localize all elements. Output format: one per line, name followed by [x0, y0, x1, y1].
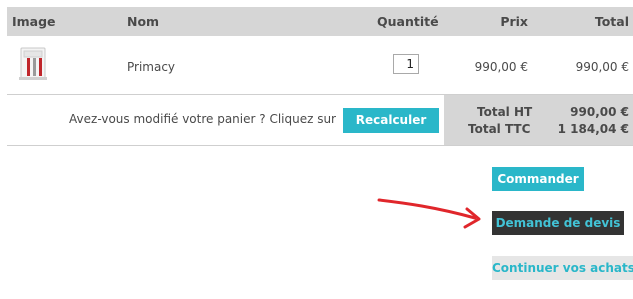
line-total: 990,00 € [575, 60, 629, 74]
total-ttc-label: Total TTC [468, 122, 531, 136]
total-ht-value: 990,00 € [570, 105, 629, 119]
recalc-prompt: Avez-vous modifié votre panier ? Cliquez… [69, 112, 336, 126]
total-ttc-value: 1 184,04 € [557, 122, 629, 136]
cart-table-header: Image Nom Quantité Prix Total [7, 7, 633, 36]
quote-request-button[interactable]: Demande de devis [492, 211, 624, 235]
order-button[interactable]: Commander [492, 167, 584, 191]
header-image: Image [12, 14, 56, 29]
continue-shopping-button[interactable]: Continuer vos achats [492, 256, 633, 280]
header-total: Total [594, 14, 629, 29]
card-printer-icon[interactable] [15, 44, 51, 84]
unit-price: 990,00 € [474, 60, 528, 74]
cart-summary: Avez-vous modifié votre panier ? Cliquez… [7, 95, 633, 146]
quantity-input[interactable]: 1 [393, 54, 419, 74]
totals-box: Total HT 990,00 € Total TTC 1 184,04 € [444, 95, 633, 145]
table-row: Primacy 1 990,00 € 990,00 € [7, 36, 633, 95]
header-quantity: Quantité [377, 14, 439, 29]
total-ht-label: Total HT [477, 105, 533, 119]
header-name: Nom [127, 14, 160, 29]
header-price: Prix [500, 14, 528, 29]
annotation-arrow-icon [377, 198, 481, 229]
recalculate-button[interactable]: Recalculer [343, 108, 439, 133]
product-name[interactable]: Primacy [127, 60, 175, 74]
